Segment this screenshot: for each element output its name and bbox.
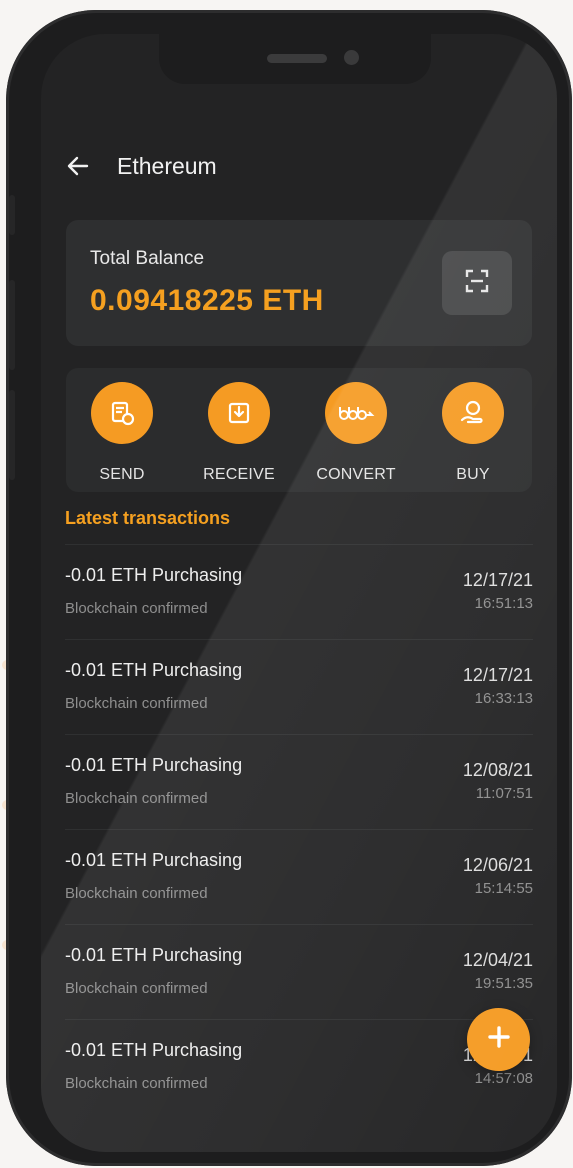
- send-button[interactable]: SEND: [72, 382, 172, 484]
- add-button[interactable]: [467, 1008, 530, 1071]
- transactions-list: -0.01 ETH Purchasing Blockchain confirme…: [65, 544, 533, 1114]
- transaction-date: 12/17/21: [462, 570, 533, 590]
- phone-frame: Ethereum Total Balance 0.09418225 ETH SE…: [6, 10, 572, 1166]
- transaction-date: 12/04/21: [462, 950, 533, 970]
- transaction-time: 19:51:35: [474, 975, 533, 992]
- transaction-time: 15:14:55: [474, 880, 533, 897]
- buy-icon: [442, 382, 504, 444]
- transaction-title: -0.01 ETH Purchasing: [65, 565, 243, 585]
- buy-button[interactable]: BUY: [423, 382, 523, 484]
- transaction-date: 12/08/21: [462, 760, 533, 780]
- convert-label: CONVERT: [316, 466, 396, 483]
- transaction-time: 11:07:51: [475, 785, 533, 802]
- app-screen: Ethereum Total Balance 0.09418225 ETH SE…: [41, 34, 557, 1152]
- send-label: SEND: [99, 466, 145, 483]
- camera: [344, 50, 359, 65]
- buy-label: BUY: [456, 466, 490, 483]
- phone-side-button: [9, 390, 15, 480]
- plus-icon: [486, 1024, 512, 1055]
- transaction-status: Blockchain confirmed: [65, 600, 208, 617]
- transaction-status: Blockchain confirmed: [65, 695, 208, 712]
- receive-label: RECEIVE: [203, 466, 275, 483]
- transaction-time: 16:33:13: [474, 690, 533, 707]
- scan-icon: [463, 267, 491, 300]
- convert-button[interactable]: CONVERT: [306, 382, 406, 484]
- convert-icon: [325, 382, 387, 444]
- transaction-time: 16:51:13: [474, 595, 533, 612]
- transaction-row[interactable]: -0.01 ETH Purchasing Blockchain confirme…: [65, 544, 533, 639]
- transaction-status: Blockchain confirmed: [65, 980, 208, 997]
- send-icon: [91, 382, 153, 444]
- transaction-row[interactable]: -0.01 ETH Purchasing Blockchain confirme…: [65, 924, 533, 1019]
- transaction-date: 12/17/21: [462, 665, 533, 685]
- phone-notch: [159, 34, 431, 84]
- transaction-title: -0.01 ETH Purchasing: [65, 850, 243, 870]
- transaction-title: -0.01 ETH Purchasing: [65, 945, 243, 965]
- transaction-date: 12/06/21: [462, 855, 533, 875]
- actions-card: SEND RECEIVE CONVERT BUY: [66, 368, 532, 492]
- transaction-title: -0.01 ETH Purchasing: [65, 660, 243, 680]
- transaction-row[interactable]: -0.01 ETH Purchasing Blockchain confirme…: [65, 734, 533, 829]
- transaction-title: -0.01 ETH Purchasing: [65, 755, 243, 775]
- receive-button[interactable]: RECEIVE: [189, 382, 289, 484]
- speaker: [267, 54, 327, 63]
- transaction-row[interactable]: -0.01 ETH Purchasing Blockchain confirme…: [65, 1019, 533, 1114]
- transaction-status: Blockchain confirmed: [65, 1075, 208, 1092]
- transaction-row[interactable]: -0.01 ETH Purchasing Blockchain confirme…: [65, 829, 533, 924]
- balance-value: 0.09418225 ETH: [90, 284, 324, 317]
- transaction-title: -0.01 ETH Purchasing: [65, 1040, 243, 1060]
- page-title: Ethereum: [117, 152, 217, 179]
- scan-button[interactable]: [442, 251, 512, 315]
- section-title: Latest transactions: [65, 508, 231, 528]
- receive-icon: [208, 382, 270, 444]
- phone-side-button: [9, 280, 15, 370]
- transaction-row[interactable]: -0.01 ETH Purchasing Blockchain confirme…: [65, 639, 533, 734]
- balance-label: Total Balance: [90, 248, 205, 269]
- transaction-status: Blockchain confirmed: [65, 885, 208, 902]
- phone-side-button: [9, 195, 15, 235]
- transaction-time: 14:57:08: [474, 1070, 533, 1087]
- transaction-status: Blockchain confirmed: [65, 790, 208, 807]
- balance-card: Total Balance 0.09418225 ETH: [66, 220, 532, 346]
- arrow-left-icon[interactable]: [65, 153, 91, 179]
- header: Ethereum: [65, 146, 217, 186]
